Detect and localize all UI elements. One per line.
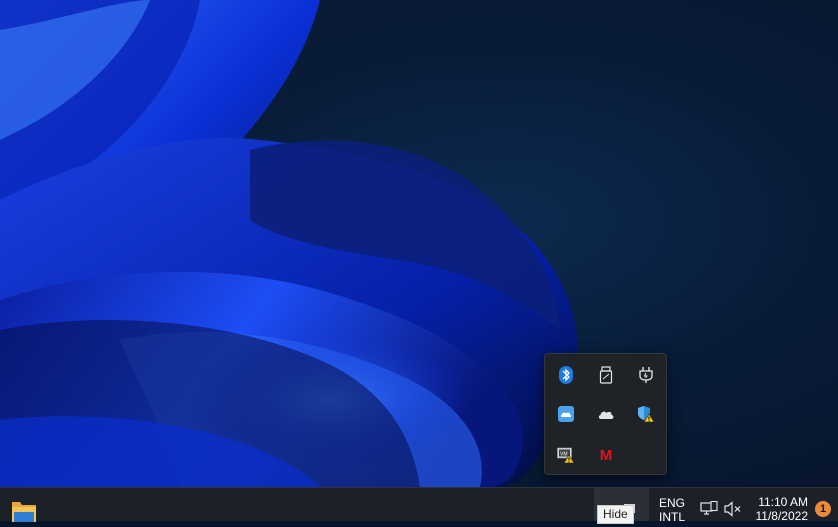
taskbar: ENG INTL 11:10 AM 11/8/2022 1 [0, 487, 838, 524]
clock[interactable]: 11:10 AM 11/8/2022 [752, 495, 809, 523]
network-icon[interactable] [700, 500, 718, 522]
defender-warning-icon[interactable] [631, 399, 661, 429]
bloom-wallpaper-art [0, 0, 578, 487]
hidden-icons-flyout: VM M [544, 353, 667, 475]
clock-date: 11/8/2022 [755, 509, 809, 523]
desktop-wallpaper [0, 0, 838, 487]
power-plug-icon[interactable] [631, 360, 661, 390]
m-app-icon[interactable]: M [591, 440, 621, 470]
m-app-label: M [599, 446, 613, 464]
hide-tooltip: Hide [597, 505, 634, 524]
bluetooth-icon[interactable] [551, 360, 581, 390]
language-code: ENG [659, 496, 686, 510]
usb-drive-icon[interactable] [591, 360, 621, 390]
keyboard-layout: INTL [659, 510, 686, 524]
onedrive-cloud-icon[interactable] [591, 399, 621, 429]
clock-time: 11:10 AM [758, 495, 808, 509]
volume-muted-icon[interactable] [724, 501, 742, 522]
vm-warning-icon[interactable]: VM [551, 440, 581, 470]
onedrive-app-icon[interactable] [551, 399, 581, 429]
file-explorer-icon[interactable] [10, 500, 38, 522]
svg-text:VM: VM [560, 451, 568, 457]
notification-badge[interactable]: 1 [815, 501, 831, 517]
